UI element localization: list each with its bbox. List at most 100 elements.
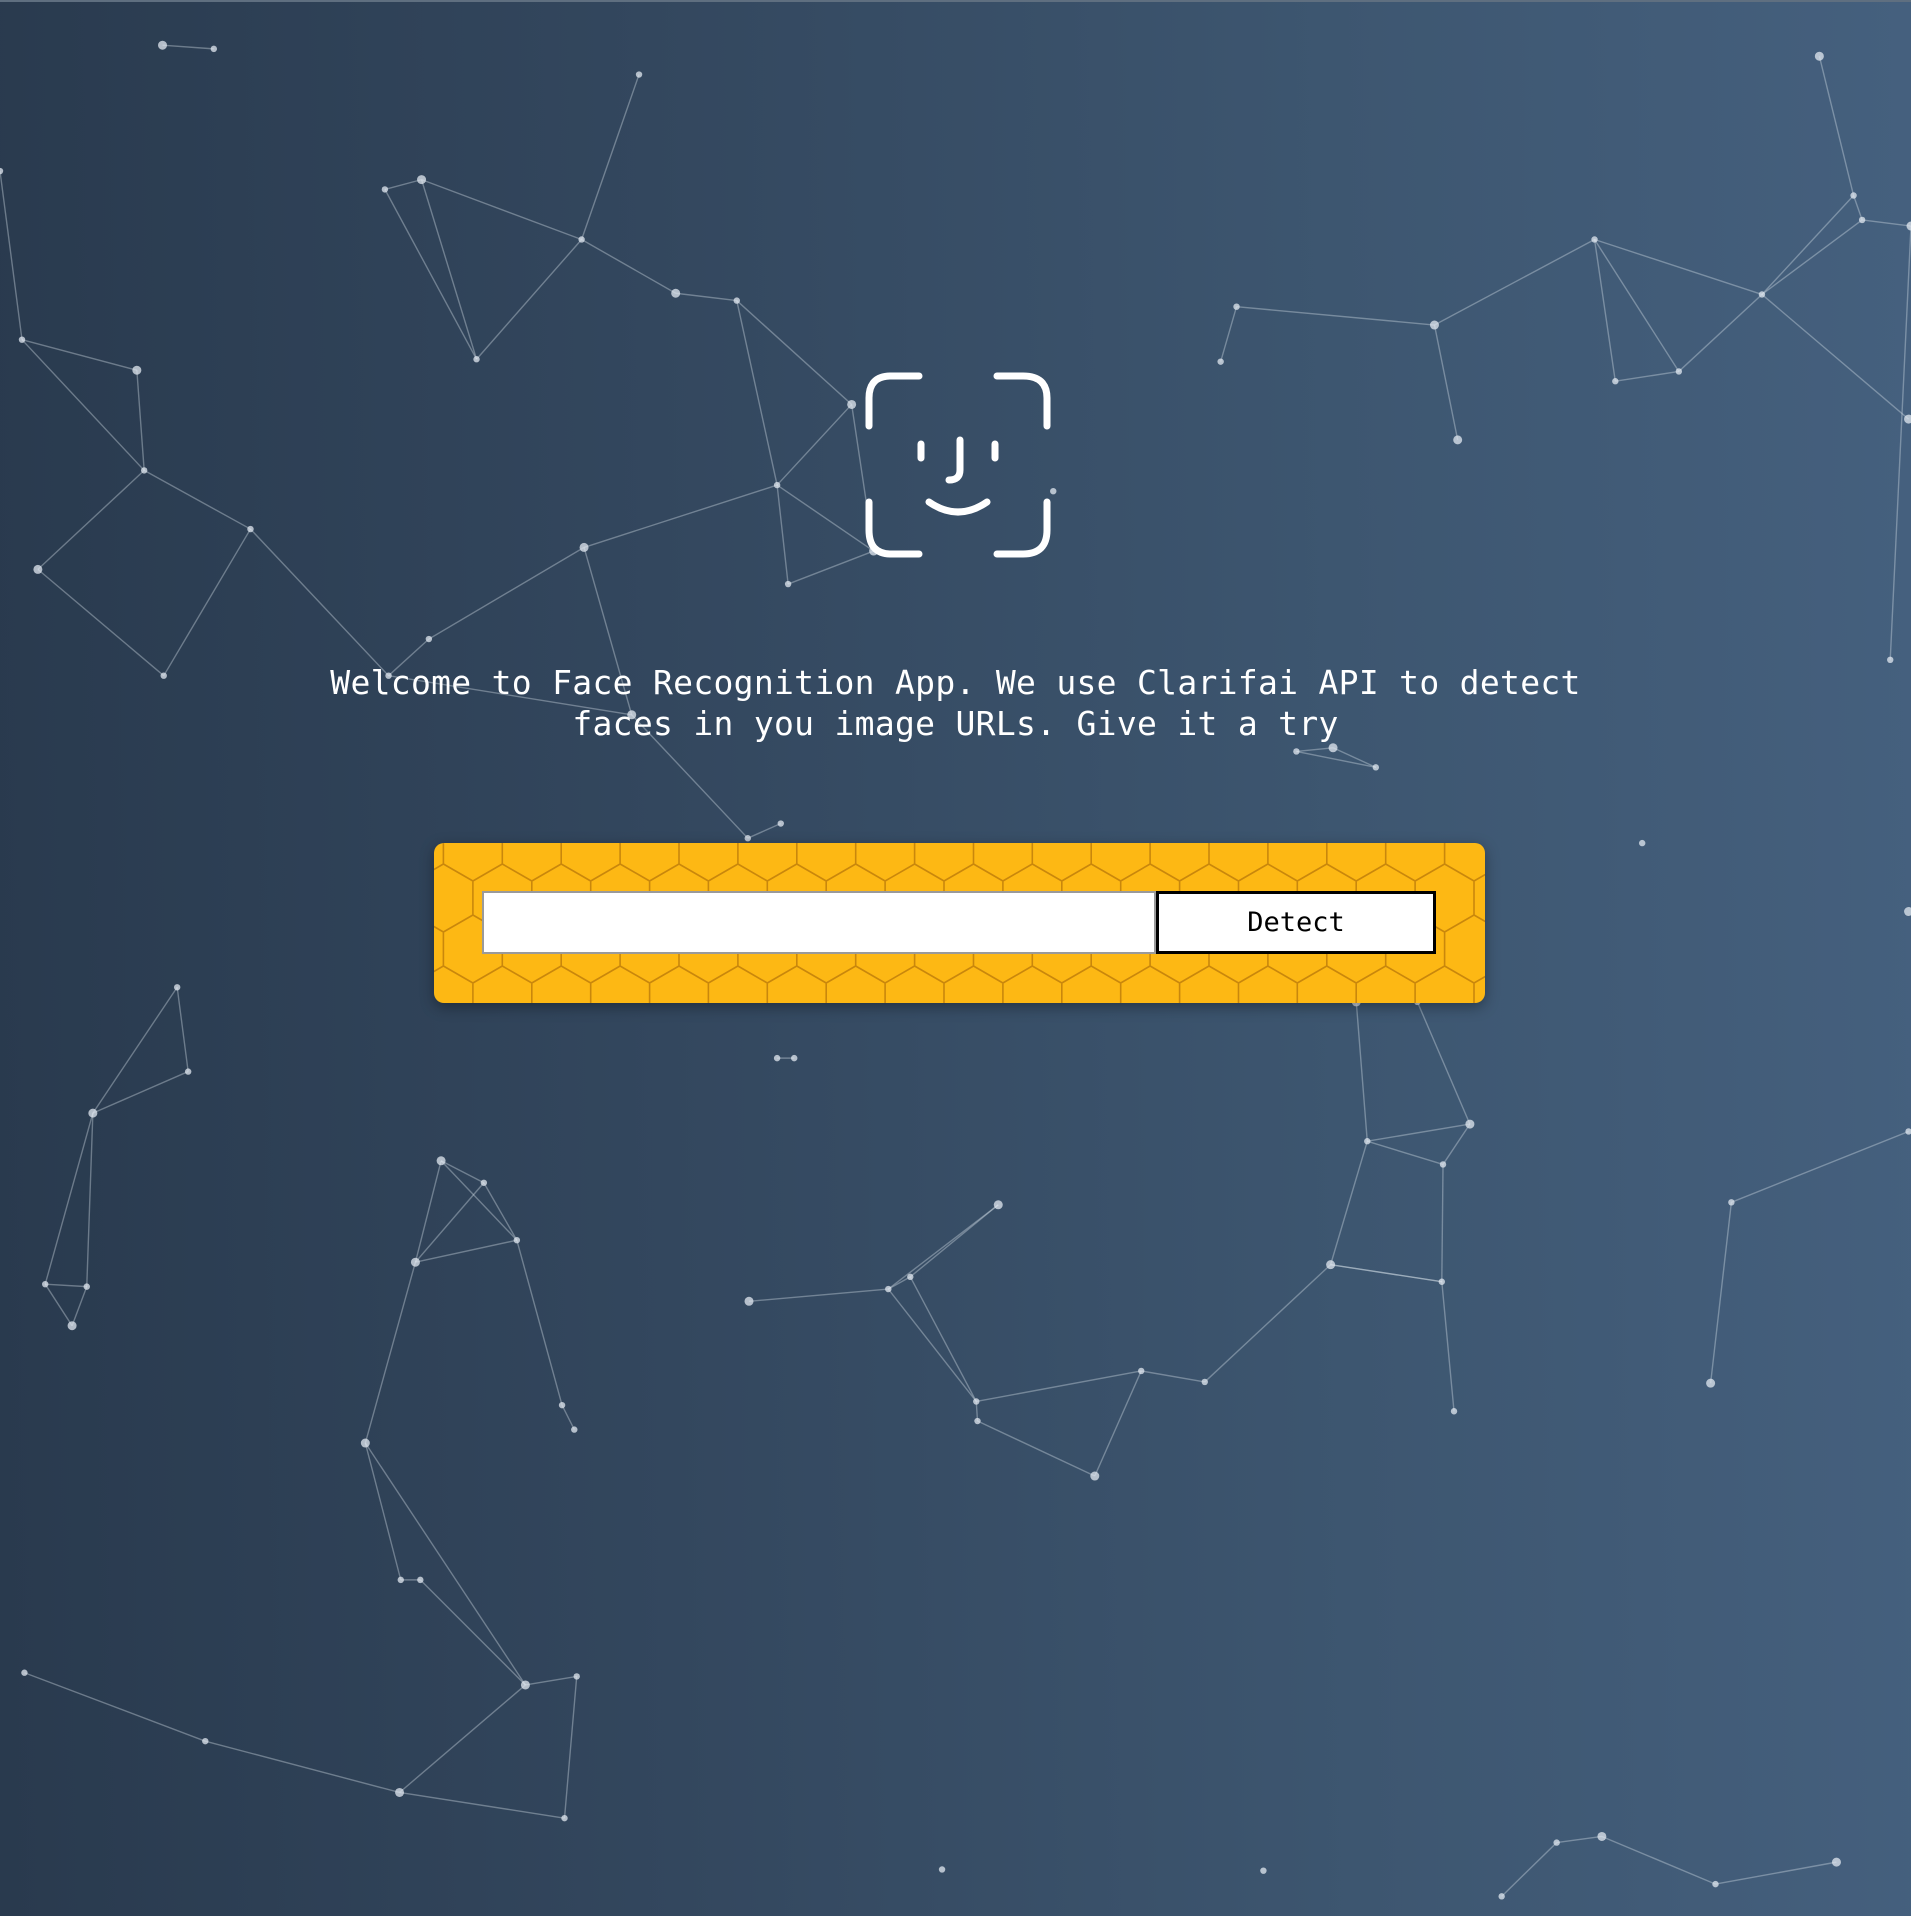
particle-link [1367,1123,1471,1142]
particle-link [1715,1861,1837,1885]
particle-link [583,484,778,549]
particle-link [476,239,583,360]
particle-dot [1553,1839,1560,1846]
particle-link [86,1113,94,1287]
particle-link [1593,239,1617,382]
particle-link [561,1404,575,1430]
particle-dot [1201,1378,1208,1386]
particle-dot [1438,1278,1446,1285]
particle-link [1094,1370,1142,1477]
particle-link [1330,1263,1442,1283]
particle-dot [0,167,4,175]
particle-link [1601,1835,1716,1885]
particle-link [1441,1281,1455,1412]
particle-link [440,1160,485,1184]
particle-link [21,339,138,371]
particle-dot [1906,221,1911,231]
particle-link [136,370,145,471]
particle-dot [1612,378,1619,385]
particle-link [516,1240,563,1406]
detect-button[interactable]: Detect [1156,891,1436,954]
particle-link [1761,219,1863,296]
particle-link [364,1262,417,1444]
particle-link [525,1675,577,1686]
particle-link [580,74,640,240]
particle-link [1862,219,1911,227]
particle-link [675,292,737,302]
particle-dot [1293,748,1300,755]
particle-link [249,528,390,677]
particle-link [1329,1141,1368,1265]
particle-dot [395,1787,405,1797]
particle-link [1296,750,1376,769]
particle-dot [1328,743,1338,753]
particle-link [563,1676,578,1819]
particle-link [1594,238,1763,296]
particle-dot [202,1737,209,1745]
particle-link [163,528,252,677]
particle-dot [1429,320,1439,330]
particle-link [440,1160,518,1241]
particle-link [1434,238,1595,326]
particle-link [399,1684,526,1794]
particle-dot [18,336,26,343]
particle-dot [1887,656,1894,664]
particle-dot [210,45,218,53]
particle-dot [1364,1138,1371,1145]
particle-dot [132,365,142,375]
particle-link [1204,1264,1332,1383]
image-url-input[interactable] [482,891,1156,954]
particle-dot [579,542,589,552]
particle-link [887,1288,977,1402]
particle-link [977,1420,1096,1477]
particle-dot [1138,1367,1145,1375]
particle-dot [1758,291,1766,298]
particle-link [736,300,778,486]
particle-dot [381,186,389,193]
particle-link [384,178,422,191]
particle-dot [42,1280,49,1288]
particle-link [205,1740,400,1794]
particle-link [747,822,782,839]
particle-link [143,469,251,530]
particle-dot [1706,1378,1716,1388]
particle-link [1236,305,1435,326]
particle-dot [1831,1857,1841,1867]
particle-dot [425,635,433,643]
particle-dot [360,1438,370,1448]
particle-dot [1638,839,1646,847]
particle-link [1367,1140,1444,1166]
particle-dot [184,1068,192,1075]
intro-text: Welcome to Face Recognition App. We use … [330,663,1581,743]
particle-link [399,1791,565,1819]
particle-dot [571,1426,578,1433]
particle-link [1761,195,1855,295]
particle-link [24,1672,206,1742]
particle-dot [88,1108,98,1118]
particle-dot [513,1236,521,1244]
particle-dot [1326,1260,1336,1270]
particle-link [1355,1001,1368,1142]
particle-dot [973,1398,980,1405]
particle-dot [561,1814,568,1822]
particle-link [1441,1164,1444,1282]
particle-dot [173,984,181,991]
particle-dot [993,1200,1003,1210]
particle-link [1296,747,1334,753]
particle-dot [578,236,585,243]
particle-link [1416,1001,1471,1125]
particle-link [887,1204,999,1290]
particle-link [1556,1835,1602,1844]
particle-link [909,1276,977,1402]
particle-link [776,484,875,552]
particle-link [37,568,165,677]
particle-dot [773,481,781,489]
particle-link [1615,370,1679,382]
particle-dot [1814,51,1824,61]
particle-link [748,1288,889,1302]
particle-dot [744,835,751,842]
particle-dot [1498,1893,1505,1900]
particle-link [428,546,585,640]
particle-dot [1260,1867,1267,1874]
particle-dot [1439,1161,1447,1168]
